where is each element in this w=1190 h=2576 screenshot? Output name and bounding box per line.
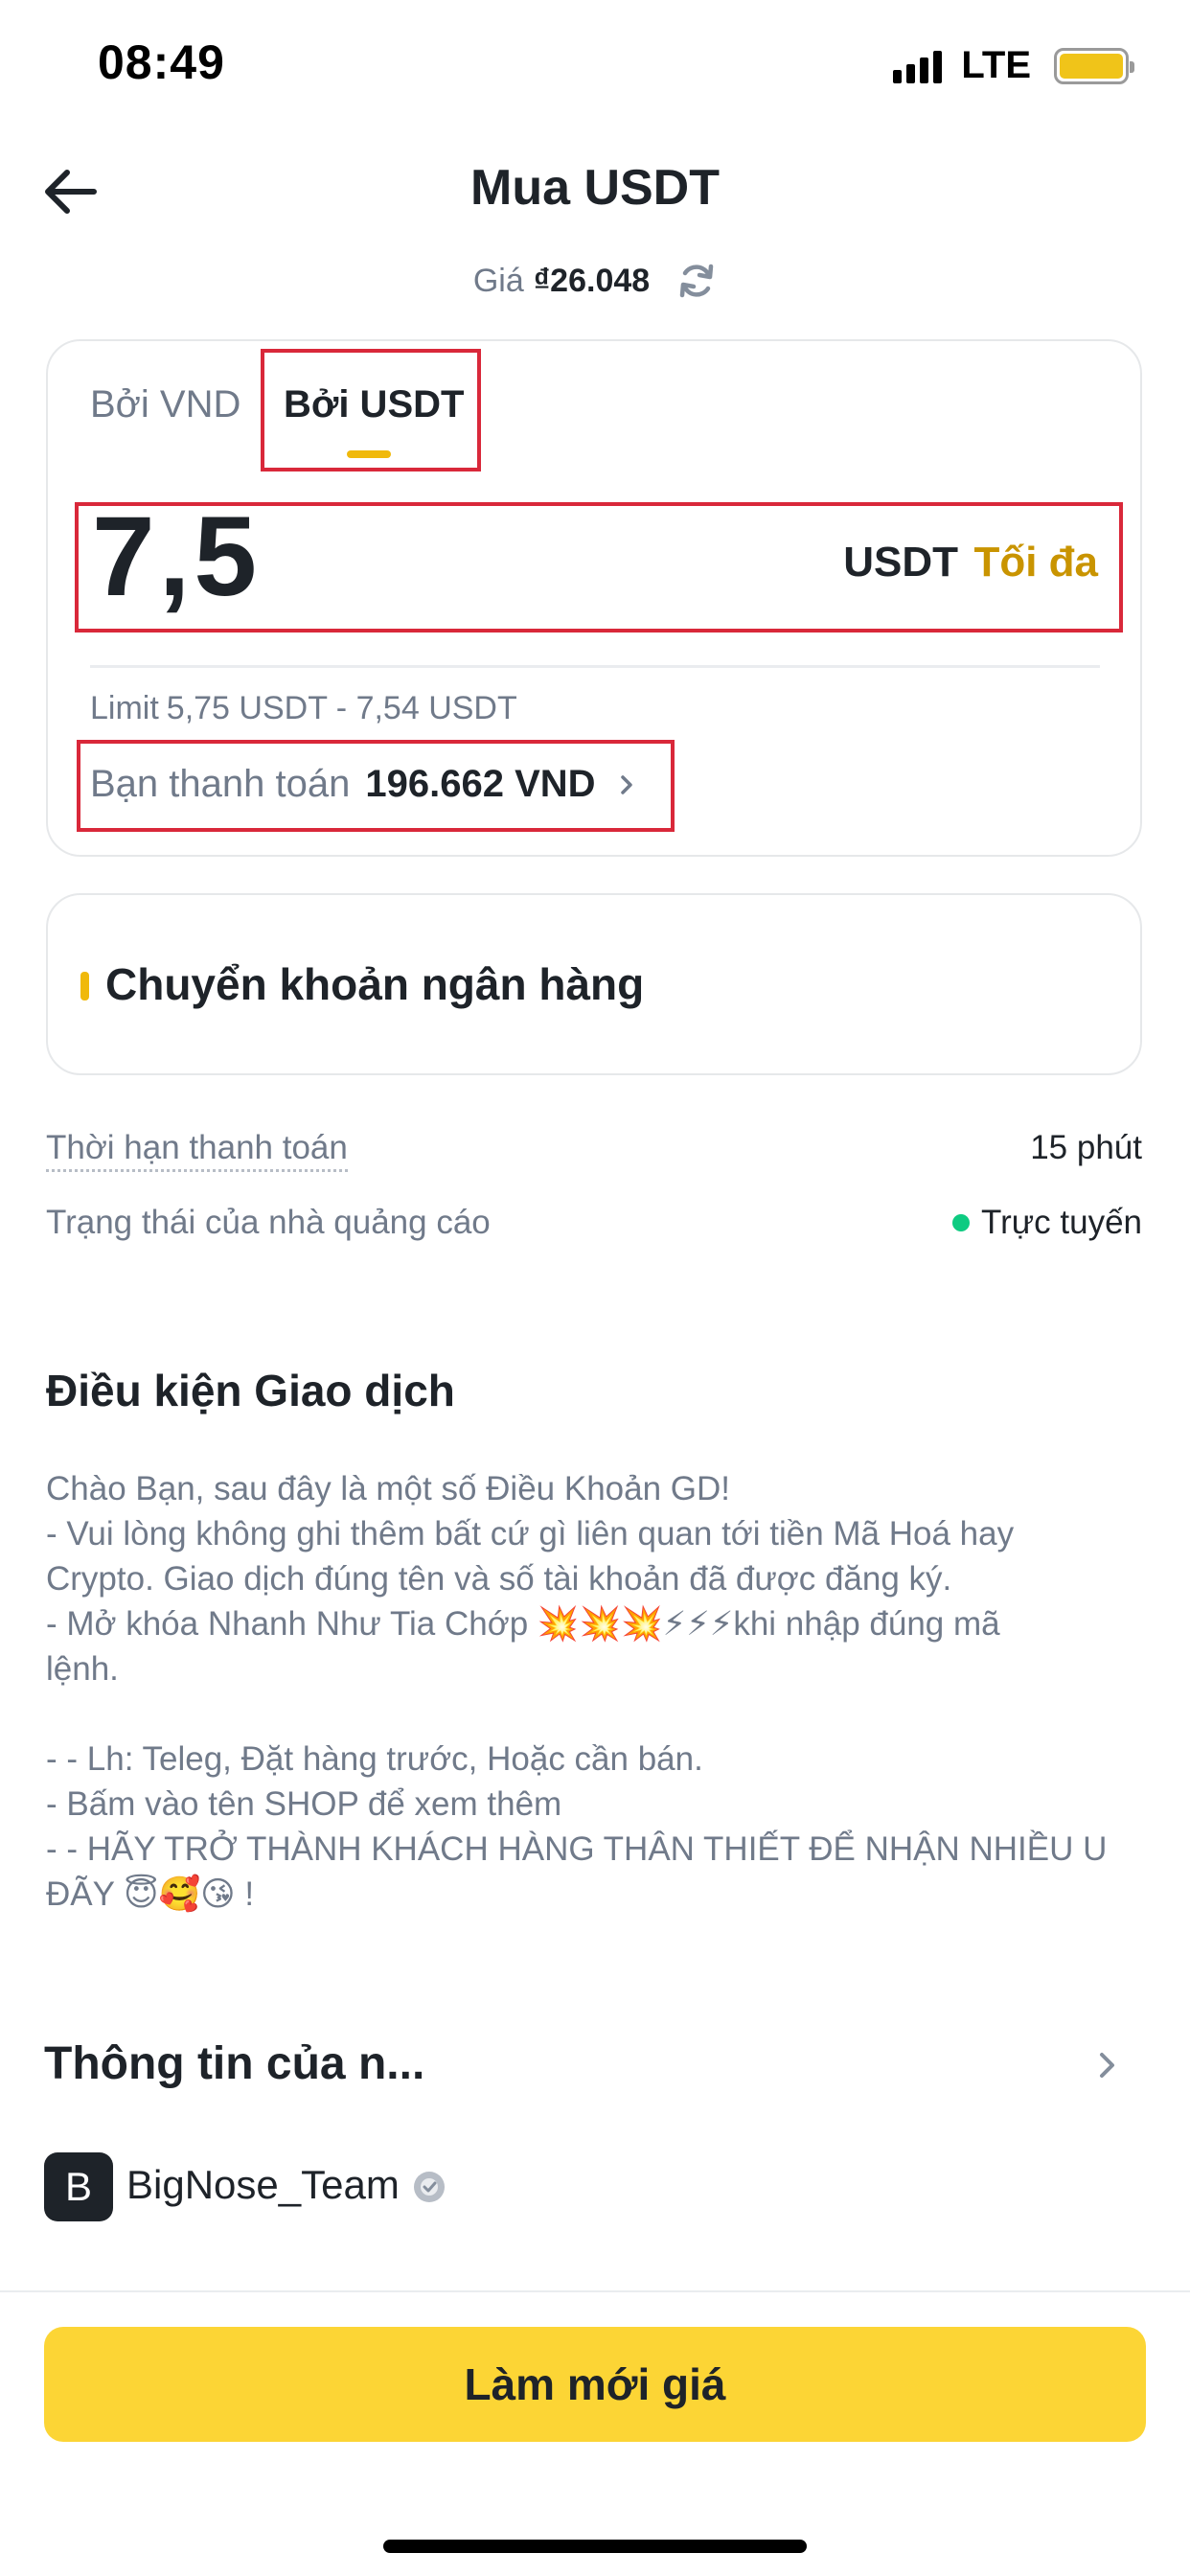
chevron-right-icon[interactable]: [1090, 2049, 1123, 2082]
terms-line: - - Lh: Teleg, Đặt hàng trước, Hoặc cần …: [46, 1740, 703, 1778]
terms-line: - Vui lòng không ghi thêm bất cứ gì liên…: [46, 1515, 1015, 1552]
advertiser-status-label: Trạng thái của nhà quảng cáo: [46, 1204, 491, 1241]
network-label: LTE: [961, 44, 1031, 86]
refresh-price-button[interactable]: Làm mới giá: [44, 2327, 1146, 2442]
terms-line: - - HÃY TRỞ THÀNH KHÁCH HÀNG THÂN THIẾT …: [46, 1830, 1108, 1868]
terms-body: Chào Bạn, sau đây là một số Điều Khoản G…: [46, 1466, 1144, 1917]
price-label: Giá: [472, 262, 524, 299]
highlight-box-amount: [75, 502, 1123, 632]
terms-line: - Mở khóa Nhanh Như Tia Chớp 💥💥💥⚡⚡⚡khi n…: [46, 1605, 1000, 1643]
page-title: Mua USDT: [470, 160, 720, 216]
terms-line: Crypto. Giao dịch đúng tên và số tài kho…: [46, 1560, 952, 1598]
status-time: 08:49: [98, 35, 225, 89]
terms-line: ĐÃY 😇🥰😘 !: [46, 1875, 255, 1913]
signal-icon: [893, 49, 943, 83]
home-indicator: [383, 2540, 807, 2553]
method-indicator: [80, 972, 89, 1000]
tab-by-vnd[interactable]: Bởi VND: [90, 383, 240, 426]
verified-badge-icon: [414, 2172, 445, 2202]
advertiser-name[interactable]: BigNose_Team: [126, 2162, 400, 2208]
refresh-icon[interactable]: [676, 261, 717, 301]
payment-deadline-value: 15 phút: [1030, 1129, 1142, 1166]
bottom-divider: [0, 2290, 1190, 2292]
highlight-box-pay: [77, 740, 675, 832]
highlight-box-tab: [261, 349, 481, 472]
terms-title: Điều kiện Giao dịch: [46, 1366, 455, 1415]
terms-line: Chào Bạn, sau đây là một số Điều Khoản G…: [46, 1470, 731, 1507]
online-dot-icon: [951, 1214, 970, 1231]
limit-line: Limit 5,75 USDT - 7,54 USDT: [90, 690, 517, 727]
terms-line: lệnh.: [46, 1650, 119, 1688]
advertiser-status-value: Trực tuyến: [980, 1204, 1142, 1241]
terms-line: [46, 1691, 1144, 1736]
limit-label: Limit: [90, 690, 159, 726]
divider: [90, 665, 1100, 668]
avatar[interactable]: B: [44, 2152, 113, 2221]
payment-deadline-label[interactable]: Thời hạn thanh toán: [46, 1129, 348, 1172]
advertiser-section-title[interactable]: Thông tin của n...: [44, 2037, 424, 2090]
battery-icon: [1054, 47, 1134, 84]
limit-value: 5,75 USDT - 7,54 USDT: [166, 690, 517, 726]
payment-method-label: Chuyển khoản ngân hàng: [105, 959, 645, 1009]
price-line: Giá ₫26.048: [0, 261, 1190, 301]
status-indicators: LTE: [893, 44, 1134, 87]
terms-line: - Bấm vào tên SHOP để xem thêm: [46, 1785, 562, 1823]
price-value: ₫26.048: [533, 262, 651, 299]
advertiser-status: Trực tuyến: [951, 1204, 1142, 1242]
